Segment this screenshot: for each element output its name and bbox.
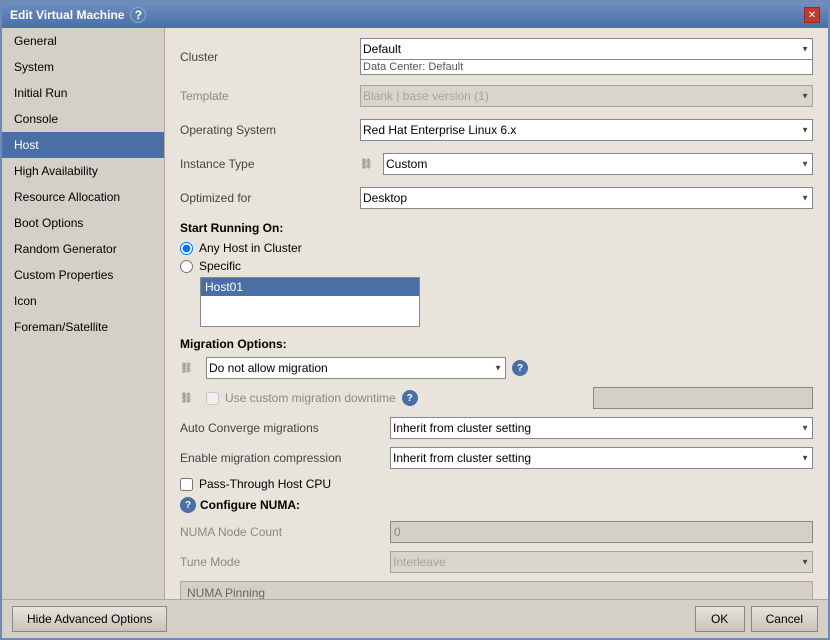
custom-migration-chain-icon: ⛓	[180, 393, 200, 404]
host-list-item[interactable]: Host01	[201, 278, 419, 296]
optimized-for-control: Desktop	[360, 187, 813, 209]
cluster-control: Default Data Center: Default	[360, 38, 813, 75]
instance-type-label: Instance Type	[180, 157, 360, 171]
chain-icon: ⛓	[360, 159, 379, 170]
sidebar: General System Initial Run Console Host …	[2, 28, 165, 599]
template-label: Template	[180, 89, 360, 103]
cluster-row: Cluster Default Data Center: Default	[180, 38, 813, 75]
configure-numa-label: Configure NUMA:	[200, 498, 300, 512]
hide-advanced-button[interactable]: Hide Advanced Options	[12, 606, 167, 632]
optimized-for-row: Optimized for Desktop	[180, 185, 813, 211]
custom-migration-help-icon[interactable]: ?	[402, 390, 418, 406]
specific-radio[interactable]	[180, 260, 193, 273]
os-label: Operating System	[180, 123, 360, 137]
sidebar-item-foreman-satellite[interactable]: Foreman/Satellite	[2, 314, 164, 340]
cluster-label: Cluster	[180, 50, 360, 64]
specific-label[interactable]: Specific	[199, 259, 241, 273]
sidebar-item-console[interactable]: Console	[2, 106, 164, 132]
migration-select[interactable]: Do not allow migration	[206, 357, 506, 379]
auto-converge-control: Inherit from cluster setting Auto Conver…	[390, 417, 813, 439]
compression-row: Enable migration compression Inherit fro…	[180, 447, 813, 469]
custom-downtime-input[interactable]	[593, 387, 813, 409]
template-control: Blank | base version (1)	[360, 85, 813, 107]
numa-help-icon[interactable]: ?	[180, 497, 196, 513]
compression-control: Inherit from cluster setting Compress Do…	[390, 447, 813, 469]
migration-options-header: Migration Options:	[180, 337, 813, 351]
optimized-for-select[interactable]: Desktop	[360, 187, 813, 209]
instance-type-select[interactable]: Custom	[383, 153, 813, 175]
auto-converge-select[interactable]: Inherit from cluster setting Auto Conver…	[390, 417, 813, 439]
numa-node-count-row: NUMA Node Count	[180, 521, 813, 543]
sidebar-item-host[interactable]: Host	[2, 132, 164, 158]
os-select[interactable]: Red Hat Enterprise Linux 6.x	[360, 119, 813, 141]
pass-through-checkbox[interactable]	[180, 478, 193, 491]
compression-select[interactable]: Inherit from cluster setting Compress Do…	[390, 447, 813, 469]
sidebar-item-custom-properties[interactable]: Custom Properties	[2, 262, 164, 288]
host-list-area: Host01	[200, 277, 813, 327]
custom-migration-checkbox[interactable]	[206, 392, 219, 405]
specific-radio-row: Specific	[180, 259, 813, 273]
any-host-radio[interactable]	[180, 242, 193, 255]
datacenter-label: Data Center: Default	[360, 60, 813, 75]
migration-chain-icon: ⛓	[180, 363, 200, 374]
ok-button[interactable]: OK	[695, 606, 745, 632]
custom-migration-row: ⛓ Use custom migration downtime ?	[180, 387, 813, 409]
sidebar-item-initial-run[interactable]: Initial Run	[2, 80, 164, 106]
tune-mode-select[interactable]: Interleave	[390, 551, 813, 573]
tune-mode-row: Tune Mode Interleave	[180, 551, 813, 573]
title-help-icon[interactable]: ?	[130, 7, 146, 23]
instance-type-control: ⛓ Custom	[360, 153, 813, 175]
template-select[interactable]: Blank | base version (1)	[360, 85, 813, 107]
start-running-header: Start Running On:	[180, 221, 813, 235]
migration-help-icon[interactable]: ?	[512, 360, 528, 376]
instance-type-row: Instance Type ⛓ Custom	[180, 151, 813, 177]
close-button[interactable]: ✕	[804, 7, 820, 23]
cluster-select[interactable]: Default	[360, 38, 813, 60]
numa-node-count-label: NUMA Node Count	[180, 525, 390, 539]
sidebar-item-general[interactable]: General	[2, 28, 164, 54]
sidebar-item-boot-options[interactable]: Boot Options	[2, 210, 164, 236]
dialog-footer: Hide Advanced Options OK Cancel	[2, 599, 828, 638]
template-row: Template Blank | base version (1)	[180, 83, 813, 109]
pass-through-label: Pass-Through Host CPU	[199, 477, 331, 491]
footer-left: Hide Advanced Options	[12, 606, 167, 632]
os-control: Red Hat Enterprise Linux 6.x	[360, 119, 813, 141]
compression-label: Enable migration compression	[180, 451, 390, 465]
configure-numa-row: ? Configure NUMA:	[180, 497, 813, 513]
auto-converge-label: Auto Converge migrations	[180, 421, 390, 435]
numa-pinning-section: NUMA Pinning	[180, 581, 813, 599]
numa-pinning-label: NUMA Pinning	[187, 586, 265, 599]
host-list[interactable]: Host01	[200, 277, 420, 327]
sidebar-item-system[interactable]: System	[2, 54, 164, 80]
os-row: Operating System Red Hat Enterprise Linu…	[180, 117, 813, 143]
main-content: Cluster Default Data Center: Default Tem…	[165, 28, 828, 599]
pass-through-row: Pass-Through Host CPU	[180, 477, 813, 491]
title-bar: Edit Virtual Machine ? ✕	[2, 2, 828, 28]
tune-mode-label: Tune Mode	[180, 555, 390, 569]
sidebar-item-high-availability[interactable]: High Availability	[2, 158, 164, 184]
auto-converge-row: Auto Converge migrations Inherit from cl…	[180, 417, 813, 439]
dialog-title: Edit Virtual Machine	[10, 8, 124, 22]
sidebar-item-resource-allocation[interactable]: Resource Allocation	[2, 184, 164, 210]
custom-migration-label: Use custom migration downtime	[225, 391, 396, 405]
any-host-label[interactable]: Any Host in Cluster	[199, 241, 302, 255]
footer-right: OK Cancel	[695, 606, 818, 632]
numa-node-count-input[interactable]	[390, 521, 813, 543]
sidebar-item-random-generator[interactable]: Random Generator	[2, 236, 164, 262]
edit-vm-dialog: Edit Virtual Machine ? ✕ General System …	[0, 0, 830, 640]
migration-select-row: ⛓ Do not allow migration ?	[180, 357, 813, 379]
any-host-radio-row: Any Host in Cluster	[180, 241, 813, 255]
cancel-button[interactable]: Cancel	[751, 606, 818, 632]
optimized-for-label: Optimized for	[180, 191, 360, 205]
sidebar-item-icon[interactable]: Icon	[2, 288, 164, 314]
